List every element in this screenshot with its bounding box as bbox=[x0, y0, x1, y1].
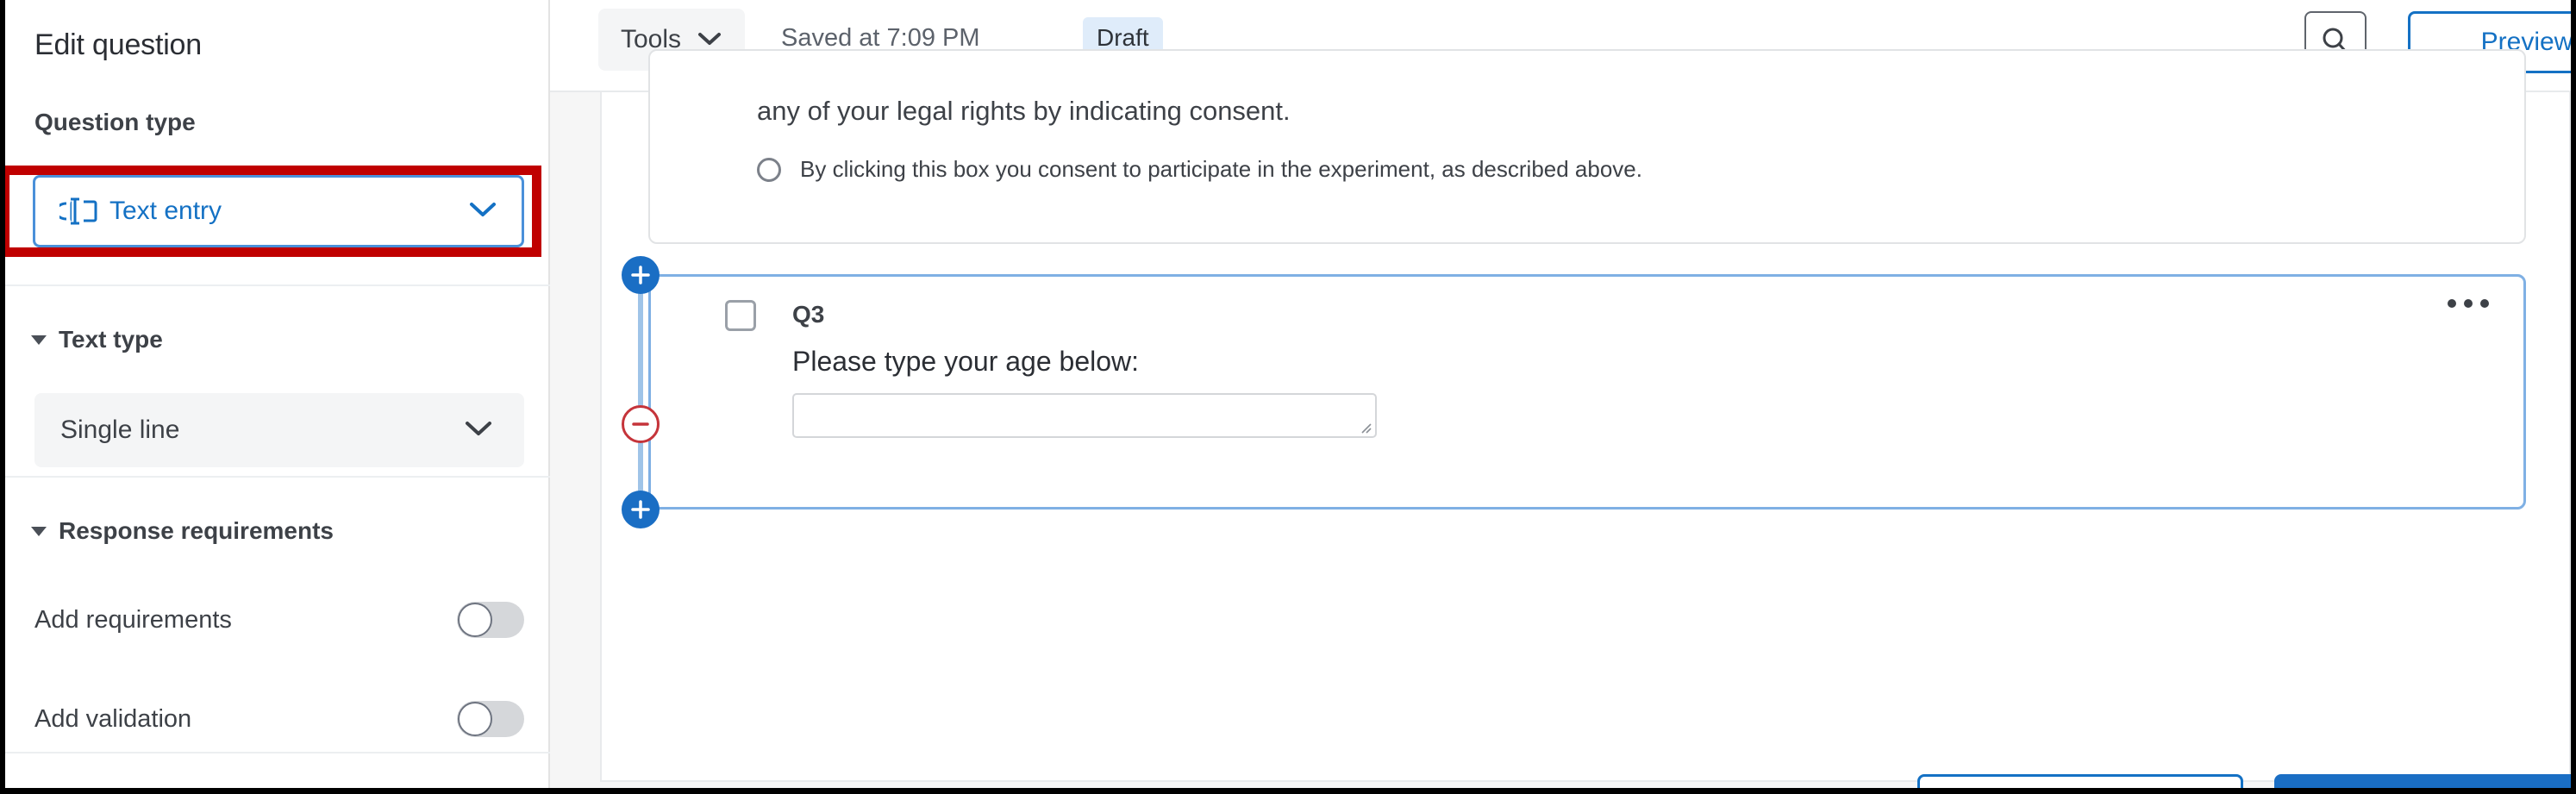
divider bbox=[5, 476, 550, 478]
kebab-dot bbox=[2448, 299, 2456, 308]
plus-icon bbox=[2325, 790, 2353, 794]
add-requirements-label: Add requirements bbox=[34, 605, 232, 634]
toggle-knob bbox=[458, 702, 492, 736]
survey-editor-canvas: . , , , any of your legal rights by indi… bbox=[550, 49, 2571, 788]
text-entry-icon bbox=[49, 197, 109, 226]
page-title: Edit question bbox=[34, 28, 202, 61]
minus-icon bbox=[632, 422, 649, 426]
book-icon bbox=[1954, 787, 1982, 788]
question-type-dropdown[interactable]: Text entry bbox=[33, 175, 524, 247]
question-select-checkbox[interactable] bbox=[725, 300, 756, 331]
question-prompt-text: Please type your age below: bbox=[792, 346, 1140, 377]
edit-question-sidebar: Edit question Question type Text entry T… bbox=[5, 0, 550, 788]
section-response-requirements[interactable]: Response requirements bbox=[31, 517, 334, 545]
radio-unselected-icon[interactable] bbox=[757, 157, 781, 182]
question-type-value: Text entry bbox=[109, 197, 222, 225]
toggle-knob bbox=[458, 603, 492, 637]
add-validation-label: Add validation bbox=[34, 704, 192, 733]
caret-down-icon bbox=[31, 334, 47, 345]
text-type-value: Single line bbox=[60, 416, 180, 444]
consent-question-card[interactable]: . , , , any of your legal rights by indi… bbox=[648, 49, 2526, 244]
add-validation-toggle[interactable] bbox=[457, 701, 524, 737]
consent-option-label: By clicking this box you consent to part… bbox=[800, 156, 1642, 182]
consent-option-row[interactable]: By clicking this box you consent to part… bbox=[757, 156, 1642, 183]
divider bbox=[5, 752, 550, 753]
question-list-panel: . , , , any of your legal rights by indi… bbox=[600, 49, 2571, 788]
question-type-label: Question type bbox=[34, 109, 196, 135]
chevron-down-icon bbox=[468, 200, 497, 223]
plus-icon bbox=[631, 266, 650, 284]
chevron-down-icon bbox=[464, 419, 493, 442]
kebab-dot bbox=[2480, 299, 2489, 308]
section-response-requirements-label: Response requirements bbox=[59, 517, 334, 544]
section-text-type[interactable]: Text type bbox=[31, 326, 163, 353]
consent-body-text: any of your legal rights by indicating c… bbox=[757, 96, 1291, 126]
add-validation-row: Add validation bbox=[34, 701, 524, 737]
question-rail bbox=[638, 270, 643, 516]
remove-question-button[interactable] bbox=[622, 405, 660, 443]
text-type-dropdown[interactable]: Single line bbox=[34, 393, 524, 467]
add-requirements-toggle[interactable] bbox=[457, 602, 524, 638]
section-text-type-label: Text type bbox=[59, 326, 163, 353]
app-window: Edit question Question type Text entry T… bbox=[0, 0, 2576, 794]
add-question-above-button[interactable] bbox=[622, 256, 660, 294]
caret-down-icon bbox=[31, 526, 47, 536]
add-question-below-button[interactable] bbox=[622, 491, 660, 528]
question-card-q3[interactable]: Q3 Please type your age below: bbox=[648, 274, 2526, 510]
plus-icon bbox=[631, 500, 650, 519]
resize-handle-icon[interactable] bbox=[1359, 421, 1372, 435]
add-new-question-button[interactable]: Add new question bbox=[2274, 774, 2571, 794]
answer-text-input[interactable] bbox=[792, 393, 1377, 438]
more-options-icon[interactable] bbox=[2448, 299, 2489, 308]
import-from-library-button[interactable]: Import from library bbox=[1917, 774, 2243, 788]
add-requirements-row: Add requirements bbox=[34, 602, 524, 638]
divider bbox=[5, 284, 550, 286]
kebab-dot bbox=[2464, 299, 2473, 308]
consent-clipped-text: . , , , bbox=[757, 54, 2136, 66]
question-id-label: Q3 bbox=[792, 301, 825, 328]
